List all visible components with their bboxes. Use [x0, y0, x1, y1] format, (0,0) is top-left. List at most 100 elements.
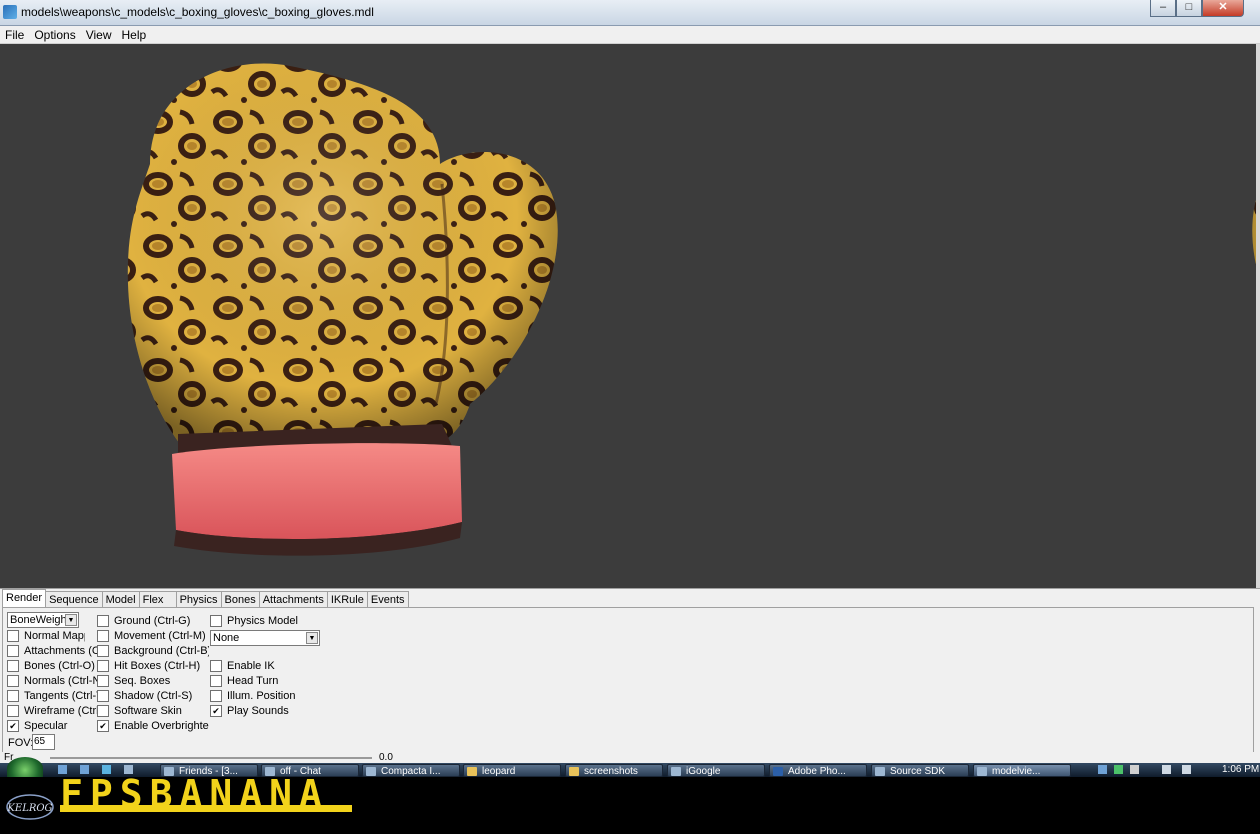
checkbox-box[interactable] — [7, 660, 19, 672]
taskbar-item-modelviewer[interactable]: modelvie... — [973, 764, 1071, 777]
checkbox-box[interactable] — [97, 705, 109, 717]
checkbox-box[interactable] — [97, 630, 109, 642]
checkbox-enable-overbrightening[interactable]: ✔ Enable Overbrightenin — [97, 719, 209, 733]
checkbox-head-turn[interactable]: Head Turn — [210, 674, 320, 688]
app-icon — [875, 767, 885, 776]
checkbox-normals[interactable]: Normals (Ctrl-N) — [7, 674, 99, 688]
maximize-button[interactable]: □ — [1176, 0, 1202, 17]
checkbox-label: Movement (Ctrl-M) — [114, 630, 206, 642]
tab-bones[interactable]: Bones — [220, 591, 260, 608]
tray-icon-2[interactable] — [1114, 765, 1123, 774]
menu-options[interactable]: Options — [29, 28, 80, 42]
checkbox-label: Head Turn — [227, 675, 279, 687]
checkbox-label: Enable Overbrightenin — [114, 720, 209, 732]
menu-help[interactable]: Help — [117, 28, 152, 42]
minimize-button[interactable]: – — [1150, 0, 1176, 17]
checkbox-shadow[interactable]: Shadow (Ctrl-S) — [97, 689, 209, 703]
checkbox-ground[interactable]: Ground (Ctrl-G) — [97, 614, 209, 628]
checkbox-background[interactable]: Background (Ctrl-B) — [97, 644, 209, 658]
checkbox-box[interactable] — [7, 705, 19, 717]
checkbox-box-checked[interactable]: ✔ — [210, 705, 222, 717]
checkbox-physics-model[interactable]: Physics Model — [210, 614, 320, 628]
kelrog-logo: KELROG — [6, 794, 54, 820]
checkbox-tangents[interactable]: Tangents (Ctrl-T) — [7, 689, 99, 703]
tab-sequence[interactable]: Sequence — [45, 591, 103, 608]
checkbox-label: Physics Model — [227, 615, 298, 627]
checkbox-box[interactable] — [7, 645, 19, 657]
taskbar-item-leopard[interactable]: leopard — [463, 764, 561, 777]
taskbar-item-compacta[interactable]: Compacta I... — [362, 764, 460, 777]
checkbox-box[interactable] — [210, 675, 222, 687]
left-glove — [127, 63, 558, 556]
checkbox-movement[interactable]: Movement (Ctrl-M) — [97, 629, 209, 643]
tray-icon-3[interactable] — [1130, 765, 1139, 774]
frame-value: 0.0 — [379, 752, 393, 763]
checkbox-label: Ground (Ctrl-G) — [114, 615, 191, 627]
fov-label: FOV: — [8, 737, 34, 749]
tab-events[interactable]: Events — [366, 591, 409, 608]
physics-model-select[interactable]: None ▼ — [210, 630, 320, 646]
checkbox-box[interactable] — [210, 690, 222, 702]
render-mode-select[interactable]: BoneWeigh ▼ — [7, 612, 79, 628]
tab-model[interactable]: Model — [101, 591, 140, 608]
tray-icon-1[interactable] — [1098, 765, 1107, 774]
checkbox-box[interactable] — [7, 630, 19, 642]
checkbox-box[interactable] — [210, 660, 222, 672]
checkbox-label: Illum. Position — [227, 690, 296, 702]
taskbar-item-screenshots[interactable]: screenshots — [565, 764, 663, 777]
checkbox-hit-boxes[interactable]: Hit Boxes (Ctrl-H) — [97, 659, 209, 673]
checkbox-label: Hit Boxes (Ctrl-H) — [114, 660, 201, 672]
checkbox-attachments[interactable]: Attachments (Ctrl — [7, 644, 99, 658]
checkbox-play-sounds[interactable]: ✔ Play Sounds — [210, 704, 320, 718]
photoshop-icon — [773, 767, 783, 776]
tab-render[interactable]: Render — [2, 589, 47, 609]
start-button[interactable] — [7, 757, 43, 779]
folder-icon — [569, 767, 579, 776]
close-button[interactable]: ✕ — [1202, 0, 1244, 17]
browser-icon — [671, 767, 681, 776]
tab-flex[interactable]: Flex — [138, 591, 177, 608]
checkbox-box[interactable] — [7, 690, 19, 702]
checkbox-bones[interactable]: Bones (Ctrl-O) — [7, 659, 99, 673]
tab-attachments[interactable]: Attachments — [258, 591, 328, 608]
viewport-scrollbar[interactable] — [1256, 44, 1260, 588]
checkbox-wireframe[interactable]: Wireframe (Ctrl-V — [7, 704, 99, 718]
menu-view[interactable]: View — [81, 28, 117, 42]
checkbox-box[interactable] — [210, 615, 222, 627]
checkbox-box[interactable] — [97, 690, 109, 702]
checkbox-box-checked[interactable]: ✔ — [97, 720, 109, 732]
checkbox-label: Normals (Ctrl-N) — [24, 675, 99, 687]
checkbox-normal-mapping[interactable]: Normal Mapp — [7, 629, 85, 643]
frame-slider[interactable] — [50, 757, 372, 759]
model-viewport[interactable] — [0, 44, 1256, 588]
checkbox-box[interactable] — [97, 645, 109, 657]
checkbox-software-skin[interactable]: Software Skin — [97, 704, 209, 718]
checkbox-illum-position[interactable]: Illum. Position — [210, 689, 320, 703]
menu-file[interactable]: File — [0, 28, 29, 42]
checkbox-enable-ik[interactable]: Enable IK — [210, 659, 320, 673]
checkbox-label: Background (Ctrl-B) — [114, 645, 209, 657]
checkbox-label: Attachments (Ctrl — [24, 645, 99, 657]
fov-input[interactable]: 65 — [32, 734, 55, 750]
checkbox-box[interactable] — [97, 660, 109, 672]
checkbox-seq-boxes[interactable]: Seq. Boxes — [97, 674, 209, 688]
tray-volume-icon[interactable] — [1182, 765, 1191, 774]
tray-network-icon[interactable] — [1162, 765, 1171, 774]
checkbox-label: Seq. Boxes — [114, 675, 171, 687]
checkbox-box-checked[interactable]: ✔ — [7, 720, 19, 732]
app-icon — [366, 767, 376, 776]
checkbox-box[interactable] — [97, 675, 109, 687]
logo-text: KELROG — [6, 803, 52, 814]
taskbar-item-photoshop[interactable]: Adobe Pho... — [769, 764, 867, 777]
window-title: models\weapons\c_models\c_boxing_gloves\… — [21, 5, 374, 19]
taskbar-item-source-sdk[interactable]: Source SDK — [871, 764, 969, 777]
tab-ikrule[interactable]: IKRule — [326, 591, 368, 608]
taskbar-item-igoogle[interactable]: iGoogle — [667, 764, 765, 777]
checkbox-specular[interactable]: ✔ Specular — [7, 719, 99, 733]
checkbox-label: Wireframe (Ctrl-V — [24, 705, 99, 717]
tab-physics[interactable]: Physics — [175, 591, 222, 608]
checkbox-label: Bones (Ctrl-O) — [24, 660, 95, 672]
checkbox-box[interactable] — [97, 615, 109, 627]
checkbox-box[interactable] — [7, 675, 19, 687]
checkbox-label: Normal Mapp — [24, 630, 85, 642]
